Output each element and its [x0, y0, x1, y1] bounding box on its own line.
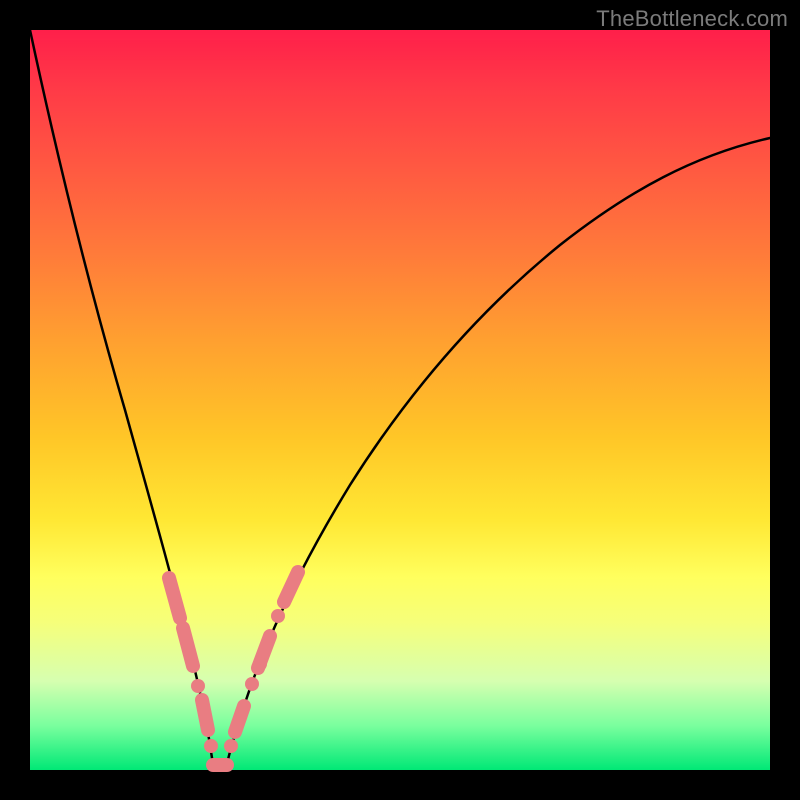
marker-pt-l5 [204, 739, 218, 753]
marker-pt-l3 [191, 679, 205, 693]
marker-pt-r3 [245, 677, 259, 691]
marker-pt-r1 [224, 739, 238, 753]
marker-seg-r2 [235, 706, 244, 732]
marker-seg-l2 [183, 628, 193, 666]
curve-markers [169, 572, 298, 765]
marker-pt-r5 [271, 609, 285, 623]
outer-frame: TheBottleneck.com [0, 0, 800, 800]
bottleneck-curve [30, 30, 770, 768]
marker-pt-r7 [253, 657, 267, 671]
plot-area [30, 30, 770, 770]
marker-seg-r6 [284, 572, 298, 602]
marker-seg-l4 [202, 700, 208, 730]
marker-seg-l1 [169, 578, 180, 618]
chart-svg [30, 30, 770, 770]
watermark-text: TheBottleneck.com [596, 6, 788, 32]
